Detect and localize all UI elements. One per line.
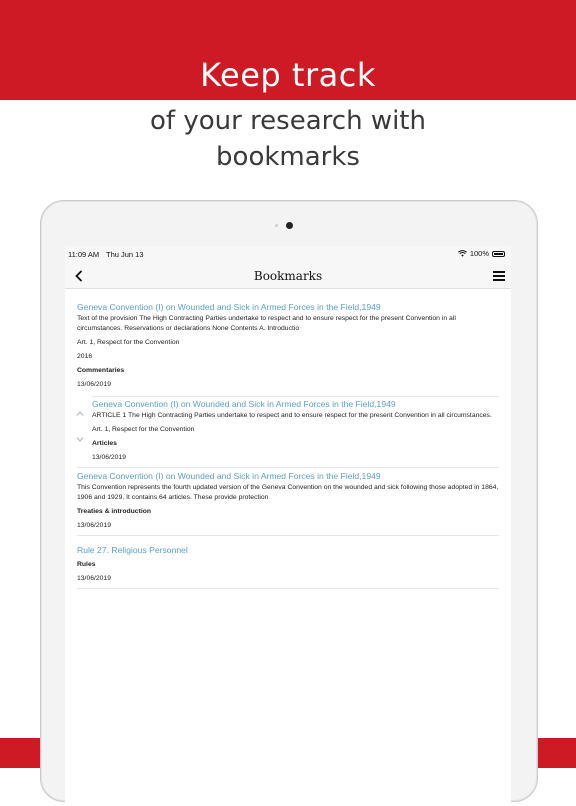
battery-icon [492, 250, 505, 257]
wifi-icon [457, 250, 467, 257]
bookmark-year: 2016 [77, 353, 93, 360]
navigation-bar: Bookmarks [65, 264, 511, 289]
reorder-arrows [76, 411, 86, 451]
bookmark-date: 13/06/2019 [77, 575, 112, 582]
status-bar: 11:09 AM Thu Jun 13 100% [65, 246, 511, 264]
status-date: Thu Jun 13 [106, 250, 144, 259]
status-right-group: 100% [457, 249, 505, 258]
bookmark-category: Rules [77, 561, 96, 568]
bookmark-article: Art. 1, Respect for the Convention [92, 426, 195, 433]
bookmark-title-link[interactable]: Geneva Convention (I) on Wounded and Sic… [77, 302, 499, 313]
bookmark-category: Commentaries [77, 367, 125, 374]
bookmark-category: Treaties & introduction [77, 508, 152, 515]
bookmark-item: Geneva Convention (I) on Wounded and Sic… [76, 302, 499, 468]
bookmark-category: Articles [92, 440, 117, 447]
promo-subtitle-line-1: of your research with [150, 106, 426, 136]
promo-headline: Keep track [200, 56, 376, 94]
tablet-frame: 11:09 AM Thu Jun 13 100% Bookmarks Genev… [40, 200, 538, 806]
bookmark-excerpt: ARTICLE 1 The High Contracting Parties u… [92, 412, 492, 419]
bookmark-title-link[interactable]: Rule 27. Religious Personnel [77, 545, 499, 556]
bookmarks-list: Geneva Convention (I) on Wounded and Sic… [76, 302, 499, 589]
bookmark-item: Geneva Convention (I) on Wounded and Sic… [77, 471, 499, 536]
camera-icon [286, 222, 293, 229]
bookmark-date: 13/06/2019 [77, 522, 112, 529]
chevron-up-icon[interactable] [76, 411, 84, 416]
bookmark-article: Art. 1, Respect for the Convention [77, 339, 180, 346]
page-title: Bookmarks [253, 269, 323, 283]
chevron-down-icon[interactable] [76, 437, 84, 442]
bookmark-title-link[interactable]: Geneva Convention (I) on Wounded and Sic… [77, 471, 499, 482]
bookmark-item: Rule 27. Religious Personnel Rules 13/06… [77, 539, 499, 589]
status-time: 11:09 AM [68, 250, 100, 259]
bookmark-date: 13/06/2019 [77, 381, 112, 388]
promo-subtitle-line-2: bookmarks [216, 142, 360, 172]
bookmark-excerpt: Text of the provision The High Contracti… [77, 315, 456, 332]
sensor-dot [275, 224, 278, 227]
bookmark-title-link[interactable]: Geneva Convention (I) on Wounded and Sic… [92, 399, 499, 410]
bookmark-excerpt: This Convention represents the fourth up… [77, 484, 499, 501]
nested-bookmark-item: Geneva Convention (I) on Wounded and Sic… [76, 396, 499, 463]
app-screen: 11:09 AM Thu Jun 13 100% Bookmarks Genev… [65, 246, 511, 806]
hamburger-menu-icon[interactable] [493, 271, 505, 281]
battery-percent: 100% [469, 249, 489, 258]
bookmark-date: 13/06/2019 [92, 454, 127, 461]
